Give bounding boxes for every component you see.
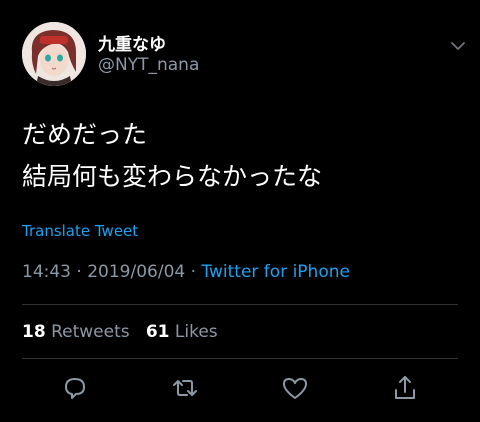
avatar[interactable] <box>22 22 86 86</box>
tweet-text: だめだった 結局何も変わらなかったな <box>22 120 323 191</box>
retweet-button[interactable] <box>170 373 200 403</box>
likes-label: Likes <box>174 322 218 342</box>
divider <box>22 304 458 305</box>
user-handle[interactable]: @NYT_nana <box>98 55 199 75</box>
retweets-label: Retweets <box>51 322 130 342</box>
like-button[interactable] <box>280 373 310 403</box>
meta-separator: · <box>76 262 82 282</box>
retweet-icon <box>173 380 197 396</box>
divider <box>22 358 458 359</box>
likes-stat[interactable]: 61 Likes <box>146 322 218 342</box>
display-name[interactable]: 九重なゆ <box>98 30 166 55</box>
translate-tweet-link[interactable]: Translate Tweet <box>22 222 138 240</box>
share-icon <box>395 376 415 399</box>
chevron-down-icon[interactable] <box>450 37 466 50</box>
reply-button[interactable] <box>60 373 90 403</box>
tweet-stats: 18 Retweets 61 Likes <box>22 322 218 342</box>
tweet-metadata: 14:43 · 2019/06/04 · Twitter for iPhone <box>22 262 350 282</box>
likes-count: 61 <box>145 322 170 342</box>
tweet-source-link[interactable]: Twitter for iPhone <box>201 262 350 282</box>
retweets-stat[interactable]: 18 Retweets <box>22 322 130 342</box>
reply-icon <box>65 378 85 399</box>
tweet-time: 14:43 <box>22 262 71 282</box>
meta-separator: · <box>190 262 197 282</box>
retweets-count: 18 <box>22 322 46 342</box>
heart-icon <box>283 378 307 399</box>
tweet-date: 2019/06/04 <box>87 262 186 282</box>
share-button[interactable] <box>390 373 420 403</box>
